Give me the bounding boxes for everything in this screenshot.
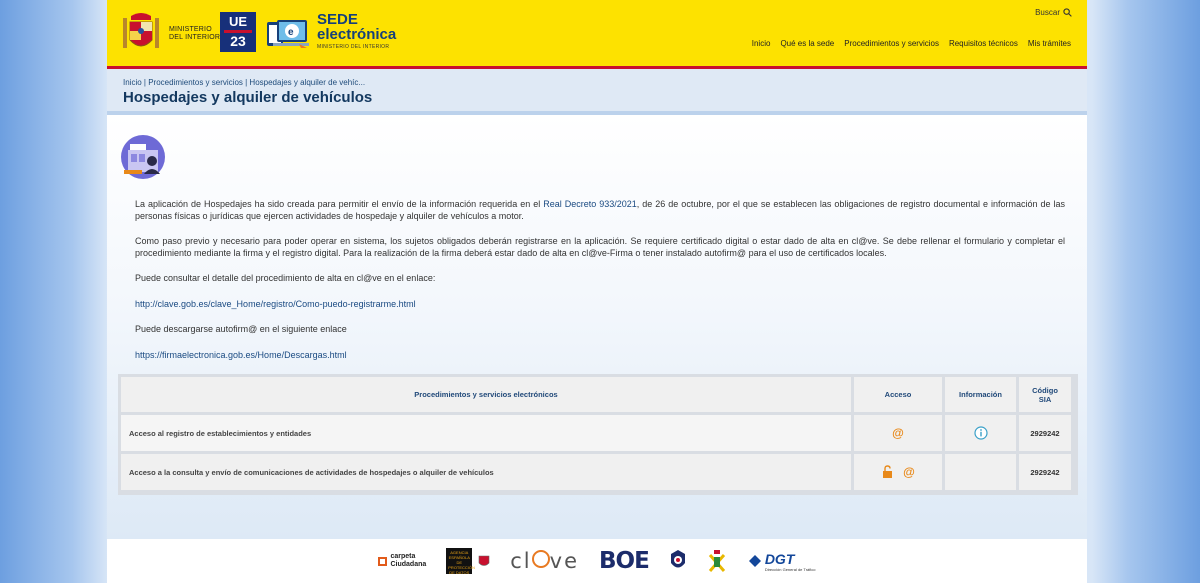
autofirma-link[interactable]: https://firmaelectronica.gob.es/Home/Des… [135,350,1065,362]
dgt-subtext: Dirección General de Tráfico [764,566,816,572]
page-title: Hospedajes y alquiler de vehículos [123,89,373,106]
coat-of-arms-icon [123,13,159,48]
header-informacion: Información [945,377,1016,412]
policia-badge-icon [670,550,685,568]
clave-text-a: cl [510,549,532,573]
clave-at-icon [531,550,550,568]
sede-text-2: electrónica [317,26,397,43]
row-2-access: @ [854,454,942,490]
row-2-name: Acceso a la consulta y envío de comunica… [121,454,851,490]
nav-que-es-la-sede[interactable]: Qué es la sede [780,39,834,69]
table-header-row: Procedimientos y servicios electrónicos … [121,377,1075,412]
search-button[interactable]: Buscar [1035,8,1072,17]
access-at-link[interactable]: @ [903,465,915,479]
table-row: Acceso al registro de establecimientos y… [121,415,1075,451]
header-procedimientos: Procedimientos y servicios electrónicos [121,377,851,412]
ue-top-text: UE [228,14,248,29]
paragraph-1: La aplicación de Hospedajes ha sido crea… [135,199,1065,222]
p1-text-a: La aplicación de Hospedajes ha sido crea… [135,199,544,209]
dgt-arrow-icon [748,555,761,567]
aepd-logo[interactable]: AGENCIA ESPAÑOLA DE PROTECCIÓN DE DATOS [446,548,490,575]
boe-logo[interactable]: BOE [599,548,650,574]
page: MINISTERIO DEL INTERIOR UE 23 e SEDE ele… [107,0,1087,583]
carpeta-square-icon [378,556,388,566]
sede-text-3: MINISTERIO DEL INTERIOR [317,44,390,50]
sede-electronica-logo[interactable]: e SEDE electrónica MINISTERIO DEL INTERI… [265,12,405,54]
header-acceso: Acceso [854,377,942,412]
row-2-info [945,454,1016,490]
main-content: La aplicación de Hospedajes ha sido crea… [107,115,1087,539]
paragraph-4: Puede descargarse autofirm@ en el siguie… [135,324,347,334]
row-1-access: @ [854,415,942,451]
guardia-civil-icon [708,550,725,572]
policia-logo[interactable] [669,549,687,573]
services-table: Procedimientos y servicios electrónicos … [118,374,1078,495]
hotel-icon [121,135,165,179]
svg-text:e: e [288,27,294,38]
guardia-civil-logo[interactable] [707,549,727,573]
site-header: MINISTERIO DEL INTERIOR UE 23 e SEDE ele… [107,0,1087,69]
clave-logo[interactable]: cl ve [510,549,579,573]
ue-bottom-text: 23 [230,33,246,49]
clave-text-b: ve [549,549,580,573]
ministerio-name: MINISTERIO DEL INTERIOR [169,26,221,41]
main-nav: Inicio Qué es la sede Procedimientos y s… [752,39,1071,69]
paragraph-2: Como paso previo y necesario para poder … [135,236,1065,258]
table-row: Acceso a la consulta y envío de comunica… [121,454,1075,490]
real-decreto-link[interactable]: Real Decreto 933/2021 [543,199,637,209]
search-icon [1063,8,1072,17]
footer-logos: carpeta Ciudadana AGENCIA ESPAÑOLA DE PR… [107,539,1087,583]
nav-mis-tramites[interactable]: Mis trámites [1028,39,1071,69]
nav-procedimientos[interactable]: Procedimientos y servicios [841,39,942,69]
clave-link[interactable]: http://clave.gob.es/clave_Home/registro/… [135,299,1065,311]
ministerio-logo[interactable]: MINISTERIO DEL INTERIOR [121,12,221,56]
laptop-e-icon: e [267,20,309,48]
carpeta-ciudadana-logo[interactable]: carpeta Ciudadana [378,553,426,569]
info-icon[interactable] [973,426,988,440]
paragraph-3: Puede consultar el detalle del procedimi… [135,273,436,283]
row-1-name: Acceso al registro de establecimientos y… [121,415,851,451]
row-1-code: 2929242 [1019,415,1071,451]
dgt-logo[interactable]: DGT Dirección General de Tráfico [747,551,816,572]
crest-icon [478,555,490,566]
ue23-logo[interactable]: UE 23 [220,12,256,52]
row-2-code: 2929242 [1019,454,1071,490]
title-area: Inicio | Procedimientos y servicios | Ho… [107,69,1087,111]
dgt-text: DGT [764,550,795,567]
carpeta-text-1: carpeta [390,553,416,560]
nav-requisitos[interactable]: Requisitos técnicos [949,39,1018,69]
search-label: Buscar [1035,8,1060,17]
header-codigo-sia: Código SIA [1019,377,1071,412]
breadcrumb[interactable]: Inicio | Procedimientos y servicios | Ho… [123,78,365,87]
row-1-info [945,415,1016,451]
description-text: La aplicación de Hospedajes ha sido crea… [135,199,1065,375]
aepd-text: AGENCIA ESPAÑOLA DE PROTECCIÓN DE DATOS [446,548,475,575]
unlock-icon[interactable] [881,465,895,479]
nav-inicio[interactable]: Inicio [752,39,771,69]
access-at-link[interactable]: @ [892,426,904,440]
carpeta-text-2: Ciudadana [390,561,427,568]
